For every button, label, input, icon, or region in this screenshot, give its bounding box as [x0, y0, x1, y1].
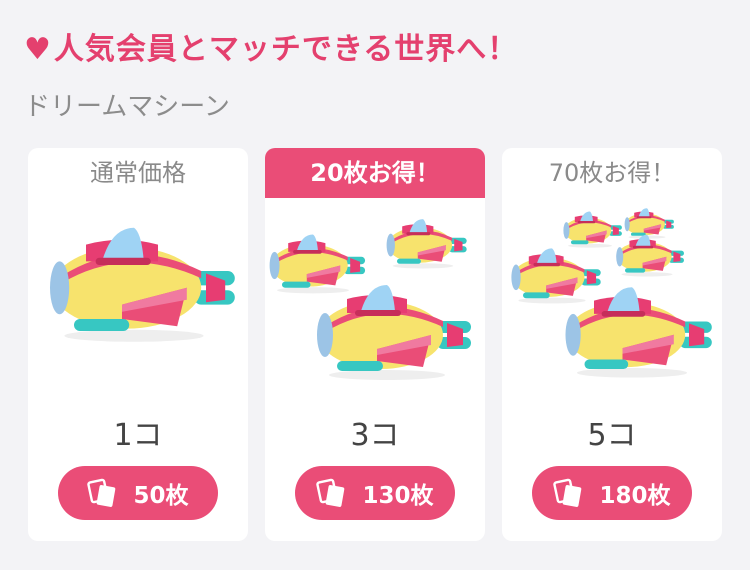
dream-machine-image [28, 203, 248, 418]
heart-icon: ♥ [24, 32, 52, 67]
plan-card-3[interactable]: 20枚お得！ 3コ 130枚 [265, 148, 485, 541]
plan-quantity: 5コ [587, 418, 637, 453]
price-label: 130枚 [362, 483, 434, 509]
dream-machine-image [502, 203, 722, 418]
buy-button-1[interactable]: 50枚 [58, 466, 218, 520]
plan-card-5[interactable]: 70枚お得！ 5コ 180枚 [502, 148, 722, 541]
plan-card-regular[interactable]: 通常価格 1コ 50枚 [28, 148, 248, 541]
plan-quantity: 3コ [350, 418, 400, 453]
price-label: 50枚 [133, 483, 189, 509]
plan-label: 20枚お得！ [265, 148, 485, 198]
item-name: ドリームマシーン [24, 92, 230, 122]
headline-text: 人気会員とマッチできる世界へ！ [53, 32, 519, 67]
dream-machine-image [265, 203, 485, 418]
buy-button-3[interactable]: 130枚 [295, 466, 455, 520]
buy-button-5[interactable]: 180枚 [532, 466, 692, 520]
coin-icon [553, 478, 583, 508]
coin-icon [316, 478, 346, 508]
plan-quantity: 1コ [113, 418, 163, 453]
coin-icon [87, 478, 117, 508]
plan-label: 通常価格 [90, 159, 186, 187]
plan-label: 70枚お得！ [548, 159, 676, 187]
page-headline: ♥人気会員とマッチできる世界へ！ [24, 24, 518, 68]
price-label: 180枚 [599, 483, 671, 509]
